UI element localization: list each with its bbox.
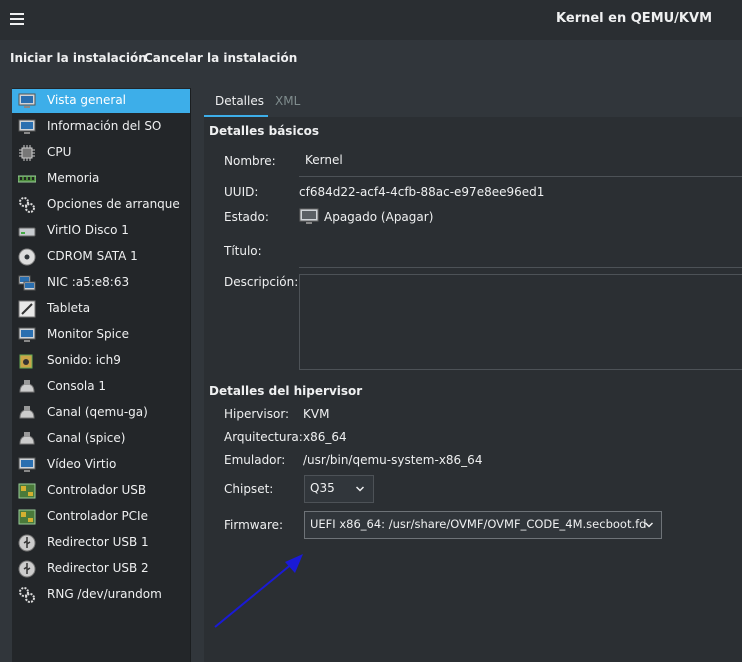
name-value: Kernel — [305, 153, 343, 167]
controller-icon — [18, 509, 36, 525]
sidebar-item-memory[interactable]: Memoria — [12, 167, 190, 191]
chevron-down-icon — [356, 486, 364, 492]
state-label: Estado: — [224, 210, 269, 224]
name-field[interactable]: Kernel — [299, 148, 742, 177]
hamburger-menu-icon[interactable] — [10, 13, 24, 25]
sidebar-item-label: Información del SO — [47, 119, 162, 133]
sidebar-item-cpu[interactable]: CPU — [12, 141, 190, 165]
firmware-value: UEFI x86_64: /usr/share/OVMF/OVMF_CODE_4… — [310, 517, 647, 531]
sidebar-item-usb-controller[interactable]: Controlador USB — [12, 479, 190, 503]
usb-icon — [18, 534, 36, 552]
sidebar-item-label: Canal (qemu-ga) — [47, 405, 148, 419]
sidebar-item-label: Memoria — [47, 171, 100, 185]
title-bar: Kernel en QEMU/KVM — [0, 0, 742, 40]
title-field[interactable] — [299, 237, 742, 268]
name-label: Nombre: — [224, 154, 276, 168]
emulator-value: /usr/bin/qemu-system-x86_64 — [303, 453, 483, 467]
chipset-label: Chipset: — [224, 482, 274, 496]
monitor-icon — [18, 327, 36, 342]
sidebar-item-label: Canal (spice) — [47, 431, 126, 445]
window-title: Kernel en QEMU/KVM — [556, 11, 712, 26]
basic-details-heading: Detalles básicos — [209, 124, 320, 138]
uuid-label: UUID: — [224, 185, 259, 199]
sidebar-item-virtio-disk[interactable]: VirtIO Disco 1 — [12, 219, 190, 243]
state-value: Apagado (Apagar) — [324, 210, 434, 224]
sidebar-item-tablet[interactable]: Tableta — [12, 297, 190, 321]
sidebar-item-label: Redirector USB 1 — [47, 535, 149, 549]
sidebar-item-video[interactable]: Vídeo Virtio — [12, 453, 190, 477]
sidebar-item-cdrom[interactable]: CDROM SATA 1 — [12, 245, 190, 269]
sidebar-item-label: Controlador USB — [47, 483, 147, 497]
sidebar-item-label: RNG /dev/urandom — [47, 587, 162, 601]
architecture-label: Arquitectura: — [224, 430, 303, 444]
firmware-label: Firmware: — [224, 518, 284, 532]
sidebar-item-usb-redirector-2[interactable]: Redirector USB 2 — [12, 557, 190, 581]
sidebar-item-console[interactable]: Consola 1 — [12, 375, 190, 399]
gears-icon — [19, 587, 35, 603]
sidebar-item-pcie-controller[interactable]: Controlador PCIe — [12, 505, 190, 529]
sidebar-item-nic[interactable]: NIC :a5:e8:63 — [12, 271, 190, 295]
cancel-install-button[interactable]: Cancelar la instalación — [144, 51, 297, 65]
title-label: Título: — [224, 244, 262, 258]
memory-icon — [18, 175, 36, 183]
sidebar-item-label: Vista general — [47, 93, 127, 107]
annotation-arrow-icon — [214, 554, 303, 628]
begin-install-button[interactable]: Iniciar la instalación — [10, 51, 147, 65]
sidebar-item-label: CPU — [47, 145, 72, 159]
gears-icon — [19, 197, 35, 213]
chip-icon — [19, 145, 35, 161]
chipset-select[interactable]: Q35 — [304, 475, 374, 503]
network-icon — [18, 275, 36, 291]
sound-icon — [19, 354, 33, 369]
sidebar-item-rng[interactable]: RNG /dev/urandom — [12, 583, 190, 607]
hypervisor-details-heading: Detalles del hipervisor — [209, 384, 363, 398]
monitor-icon — [18, 119, 36, 134]
hardware-sidebar: Vista general Información del SO CPU Mem… — [12, 88, 191, 662]
sidebar-item-label: Controlador PCIe — [47, 509, 148, 523]
sidebar-item-sound[interactable]: Sonido: ich9 — [12, 349, 190, 373]
architecture-value: x86_64 — [303, 430, 347, 444]
monitor-icon — [18, 93, 36, 108]
tab-bar: Detalles XML — [204, 88, 742, 117]
uuid-value: cf684d22-acf4-4cfb-88ac-e97e8ee96ed1 — [299, 185, 545, 199]
sidebar-item-label: Consola 1 — [47, 379, 107, 393]
serial-icon — [19, 432, 35, 445]
serial-icon — [19, 380, 35, 393]
tablet-icon — [18, 300, 36, 318]
serial-icon — [19, 406, 35, 419]
sidebar-item-label: Opciones de arranque — [47, 197, 180, 211]
chevron-down-icon — [645, 522, 653, 528]
sidebar-item-label: CDROM SATA 1 — [47, 249, 138, 263]
controller-icon — [18, 483, 36, 499]
sidebar-item-label: VirtIO Disco 1 — [47, 223, 129, 237]
sidebar-item-label: Monitor Spice — [47, 327, 129, 341]
hypervisor-label: Hipervisor: — [224, 407, 290, 421]
sidebar-item-overview[interactable]: Vista general — [12, 89, 190, 113]
description-label: Descripción: — [224, 275, 299, 289]
cdrom-icon — [18, 248, 36, 266]
monitor-icon — [18, 457, 36, 472]
sidebar-item-boot-options[interactable]: Opciones de arranque — [12, 193, 190, 217]
sidebar-item-label: Sonido: ich9 — [47, 353, 121, 367]
sidebar-item-channel-qemu-ga[interactable]: Canal (qemu-ga) — [12, 401, 190, 425]
usb-icon — [18, 560, 36, 578]
sidebar-item-channel-spice[interactable]: Canal (spice) — [12, 427, 190, 451]
sidebar-item-label: Redirector USB 2 — [47, 561, 149, 575]
sidebar-item-spice-monitor[interactable]: Monitor Spice — [12, 323, 190, 347]
sidebar-item-usb-redirector-1[interactable]: Redirector USB 1 — [12, 531, 190, 555]
hypervisor-value: KVM — [303, 407, 330, 421]
tab-details[interactable]: Detalles — [215, 94, 264, 108]
emulator-label: Emulador: — [224, 453, 286, 467]
shutoff-monitor-icon — [299, 208, 319, 224]
sidebar-item-label: Vídeo Virtio — [47, 457, 117, 471]
sidebar-item-label: NIC :a5:e8:63 — [47, 275, 130, 289]
sidebar-item-os-info[interactable]: Información del SO — [12, 115, 190, 139]
disk-icon — [18, 227, 36, 237]
sidebar-item-label: Tableta — [47, 301, 91, 315]
action-bar: Iniciar la instalación Cancelar la insta… — [0, 40, 742, 84]
firmware-select[interactable]: UEFI x86_64: /usr/share/OVMF/OVMF_CODE_4… — [304, 511, 662, 539]
tab-xml[interactable]: XML — [275, 94, 300, 108]
chipset-value: Q35 — [310, 481, 335, 495]
description-textarea[interactable] — [299, 274, 742, 370]
